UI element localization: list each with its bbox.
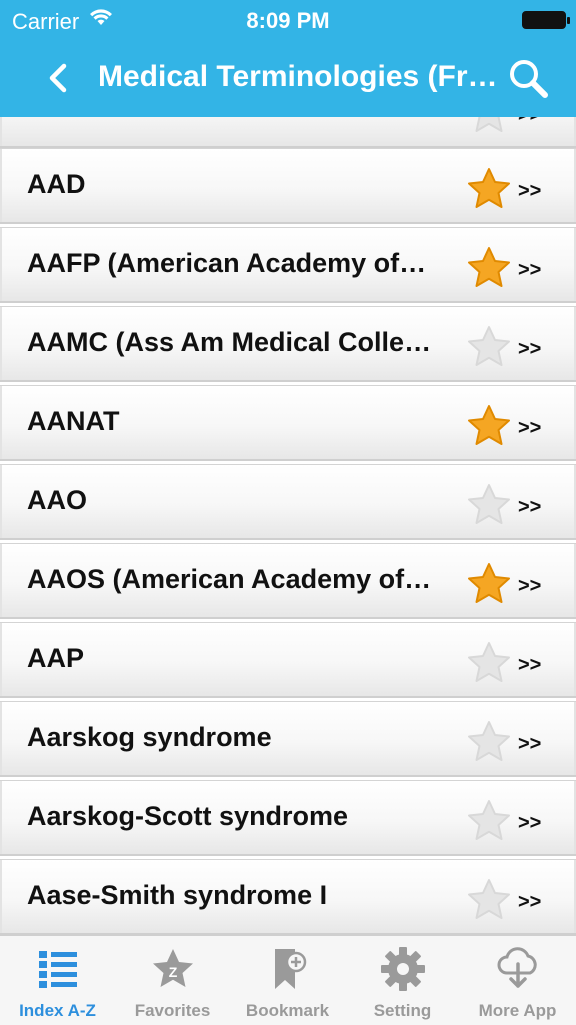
cloud-download-icon: [495, 946, 541, 992]
tab-label: Favorites: [134, 1001, 211, 1020]
list-item[interactable]: AAD >>: [0, 148, 576, 224]
term-label: AAP: [27, 643, 85, 673]
list-item[interactable]: AAO >>: [0, 464, 576, 540]
search-button[interactable]: [506, 56, 550, 100]
list-item[interactable]: AAFP (American Academy of… >>: [0, 227, 576, 303]
star-empty-icon[interactable]: [465, 324, 513, 370]
star-filled-icon[interactable]: [465, 245, 513, 291]
star-empty-icon[interactable]: [465, 482, 513, 528]
term-label: AAFP (American Academy of…: [27, 248, 427, 278]
star-filled-icon[interactable]: [465, 166, 513, 212]
tab-favorites[interactable]: Z Favorites: [115, 936, 230, 1025]
star-empty-icon[interactable]: [465, 719, 513, 765]
star-filled-icon[interactable]: [465, 561, 513, 607]
clock: 8:09 PM: [246, 8, 330, 33]
tab-label: Bookmark: [245, 1001, 330, 1020]
page-title: Medical Terminologies (Fr…: [98, 60, 498, 93]
tab-label: Setting: [373, 1001, 432, 1020]
search-icon: [510, 60, 548, 98]
detail-chevron: >>: [518, 812, 542, 834]
star-empty-icon[interactable]: [465, 877, 513, 923]
battery-icon: [522, 11, 570, 29]
term-label: Aarskog syndrome: [27, 722, 272, 752]
tab-bar: Index A-Z Z Favorites Bookmark Setting More A…: [0, 935, 576, 1025]
tab-more-app[interactable]: More App: [460, 936, 575, 1025]
star-filled-icon[interactable]: [465, 403, 513, 449]
term-label: Aarskog-Scott syndrome: [27, 801, 349, 831]
detail-chevron: >>: [518, 338, 542, 360]
term-label: AANAT: [27, 406, 120, 436]
list-item[interactable]: AAMC (Ass Am Medical Colle… >>: [0, 306, 576, 382]
term-label: Aase-Smith syndrome I: [27, 880, 328, 910]
detail-chevron: >>: [518, 654, 542, 676]
list-item[interactable]: Aase-Smith syndrome I >>: [0, 859, 576, 935]
tab-label: More App: [478, 1001, 557, 1020]
list-icon: [35, 946, 81, 992]
list-item[interactable]: Aarskog syndrome >>: [0, 701, 576, 777]
list-item[interactable]: Aarskog-Scott syndrome >>: [0, 780, 576, 856]
svg-text:Z: Z: [169, 964, 178, 980]
term-list: >>AAD>>AAFP (American Academy of…>>AAMC …: [0, 117, 576, 935]
detail-chevron: >>: [518, 417, 542, 439]
detail-chevron: >>: [518, 575, 542, 597]
detail-chevron: >>: [518, 117, 541, 127]
detail-chevron: >>: [518, 891, 542, 913]
term-label: AAMC (Ass Am Medical Colle…: [27, 327, 432, 357]
detail-chevron: >>: [518, 733, 542, 755]
list-item[interactable]: AAP >>: [0, 622, 576, 698]
header: Carrier 8:09 PM Medical Terminologies (F…: [0, 0, 576, 117]
tab-setting[interactable]: Setting: [345, 936, 460, 1025]
term-label: AAO: [27, 485, 87, 515]
star-empty-icon[interactable]: [465, 117, 513, 136]
tab-index-a-z[interactable]: Index A-Z: [0, 936, 115, 1025]
list-item[interactable]: >>: [0, 117, 576, 148]
status-bar: Carrier 8:09 PM: [0, 0, 576, 40]
detail-chevron: >>: [518, 180, 542, 202]
list-item[interactable]: AAOS (American Academy of… >>: [0, 543, 576, 619]
bookmark-plus-icon: [265, 946, 311, 992]
term-label: AAOS (American Academy of…: [27, 564, 432, 594]
gear-icon: [380, 946, 426, 992]
navigation-bar: Medical Terminologies (Fr…: [0, 40, 576, 117]
back-button[interactable]: [40, 58, 80, 98]
detail-chevron: >>: [518, 496, 542, 518]
star-z-icon: Z: [150, 946, 196, 992]
star-empty-icon[interactable]: [465, 798, 513, 844]
detail-chevron: >>: [518, 259, 542, 281]
list-item[interactable]: AANAT >>: [0, 385, 576, 461]
tab-label: Index A-Z: [19, 1001, 96, 1020]
tab-bookmark[interactable]: Bookmark: [230, 936, 345, 1025]
chevron-left-icon: [49, 63, 67, 93]
star-empty-icon[interactable]: [465, 640, 513, 686]
term-label: AAD: [27, 169, 86, 199]
